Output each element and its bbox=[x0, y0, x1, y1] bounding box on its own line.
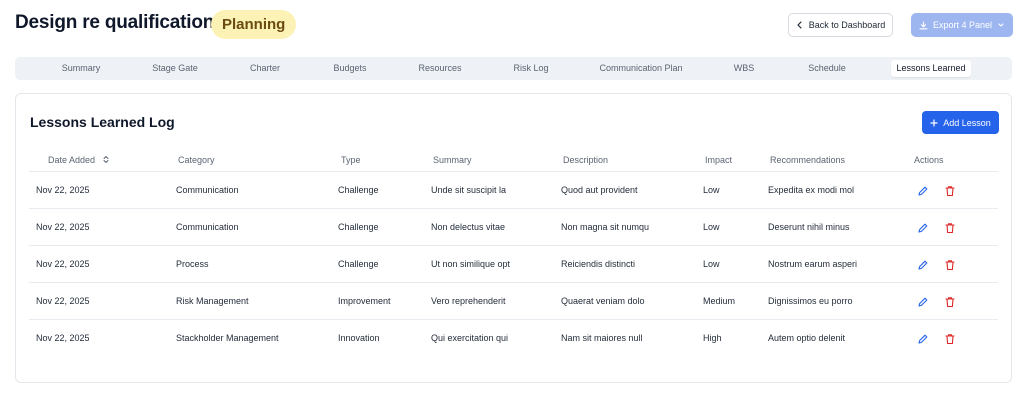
cell-recommendations: Autem optio delenit bbox=[768, 333, 846, 343]
chevron-left-icon bbox=[797, 21, 802, 29]
tab-bar: Summary Stage Gate Charter Budgets Resou… bbox=[15, 57, 1012, 80]
column-header-type: Type bbox=[341, 155, 361, 165]
cell-recommendations: Deserunt nihil minus bbox=[768, 222, 850, 232]
row-divider bbox=[29, 208, 998, 209]
cell-type: Challenge bbox=[338, 185, 379, 195]
cell-category: Communication bbox=[176, 222, 239, 232]
pencil-icon[interactable] bbox=[917, 222, 929, 234]
lessons-learned-card: Lessons Learned Log Add Lesson Date Adde… bbox=[15, 93, 1012, 383]
cell-description: Quaerat veniam dolo bbox=[561, 296, 645, 306]
cell-impact: Medium bbox=[703, 296, 736, 306]
cell-date: Nov 22, 2025 bbox=[36, 296, 90, 306]
cell-recommendations: Dignissimos eu porro bbox=[768, 296, 853, 306]
row-divider bbox=[29, 319, 998, 320]
cell-description: Quod aut provident bbox=[561, 185, 638, 195]
cell-category: Process bbox=[176, 259, 209, 269]
cell-type: Innovation bbox=[338, 333, 380, 343]
export-button-label: Export 4 Panel bbox=[932, 20, 993, 30]
row-divider bbox=[29, 282, 998, 283]
cell-date: Nov 22, 2025 bbox=[36, 333, 90, 343]
cell-category: Communication bbox=[176, 185, 239, 195]
cell-category: Stackholder Management bbox=[176, 333, 279, 343]
cell-description: Non magna sit numqu bbox=[561, 222, 650, 232]
trash-icon[interactable] bbox=[944, 259, 956, 271]
trash-icon[interactable] bbox=[944, 333, 956, 345]
cell-category: Risk Management bbox=[176, 296, 249, 306]
header-divider bbox=[29, 171, 998, 172]
plus-icon bbox=[930, 118, 938, 127]
pencil-icon[interactable] bbox=[917, 296, 929, 308]
cell-summary: Ut non similique opt bbox=[431, 259, 511, 269]
back-button-label: Back to Dashboard bbox=[808, 20, 886, 30]
tab-lessons-learned[interactable]: Lessons Learned bbox=[891, 60, 971, 77]
cell-summary: Non delectus vitae bbox=[431, 222, 506, 232]
column-header-actions: Actions bbox=[914, 155, 944, 165]
column-header-impact: Impact bbox=[705, 155, 733, 165]
chevron-down-icon bbox=[998, 23, 1004, 27]
column-header-recommendations: Recommendations bbox=[770, 155, 846, 165]
column-header-category: Category bbox=[178, 155, 215, 165]
tab-stage-gate[interactable]: Stage Gate bbox=[144, 60, 206, 77]
tab-communication-plan[interactable]: Communication Plan bbox=[593, 60, 689, 77]
back-to-dashboard-button[interactable]: Back to Dashboard bbox=[788, 13, 893, 37]
add-lesson-button[interactable]: Add Lesson bbox=[922, 111, 999, 134]
tab-schedule[interactable]: Schedule bbox=[798, 60, 856, 77]
cell-summary: Unde sit suscipit la bbox=[431, 185, 507, 195]
page-title: Design re qualification bbox=[15, 12, 215, 33]
section-title: Lessons Learned Log bbox=[30, 114, 175, 130]
cell-recommendations: Nostrum earum asperi bbox=[768, 259, 858, 269]
cell-impact: Low bbox=[703, 222, 720, 232]
cell-impact: Low bbox=[703, 185, 720, 195]
sort-icon bbox=[103, 156, 109, 163]
column-header-summary: Summary bbox=[433, 155, 472, 165]
cell-description: Reiciendis distincti bbox=[561, 259, 636, 269]
cell-impact: Low bbox=[703, 259, 720, 269]
cell-date: Nov 22, 2025 bbox=[36, 259, 90, 269]
cell-recommendations: Expedita ex modi mol bbox=[768, 185, 855, 195]
add-lesson-label: Add Lesson bbox=[943, 117, 991, 128]
tab-budgets[interactable]: Budgets bbox=[323, 60, 377, 77]
trash-icon[interactable] bbox=[944, 296, 956, 308]
tab-resources[interactable]: Resources bbox=[410, 60, 470, 77]
cell-date: Nov 22, 2025 bbox=[36, 222, 90, 232]
column-header-date-added[interactable]: Date Added bbox=[48, 155, 110, 165]
tab-charter[interactable]: Charter bbox=[239, 60, 291, 77]
cell-description: Nam sit maiores null bbox=[561, 333, 643, 343]
trash-icon[interactable] bbox=[944, 185, 956, 197]
pencil-icon[interactable] bbox=[917, 259, 929, 271]
cell-impact: High bbox=[703, 333, 722, 343]
tab-risk-log[interactable]: Risk Log bbox=[505, 60, 557, 77]
row-divider bbox=[29, 245, 998, 246]
tab-summary[interactable]: Summary bbox=[51, 60, 111, 77]
cell-type: Improvement bbox=[338, 296, 391, 306]
cell-type: Challenge bbox=[338, 222, 379, 232]
download-icon bbox=[919, 20, 928, 29]
page-header: Design re qualification Planning Back to… bbox=[15, 10, 1013, 40]
pencil-icon[interactable] bbox=[917, 185, 929, 197]
cell-type: Challenge bbox=[338, 259, 379, 269]
tab-wbs[interactable]: WBS bbox=[723, 60, 765, 77]
column-header-description: Description bbox=[563, 155, 609, 165]
export-panel-button[interactable]: Export 4 Panel bbox=[911, 13, 1013, 37]
cell-summary: Qui exercitation qui bbox=[431, 333, 509, 343]
cell-date: Nov 22, 2025 bbox=[36, 185, 90, 195]
pencil-icon[interactable] bbox=[917, 333, 929, 345]
cell-summary: Vero reprehenderit bbox=[431, 296, 506, 306]
trash-icon[interactable] bbox=[944, 222, 956, 234]
status-badge: Planning bbox=[211, 10, 297, 39]
